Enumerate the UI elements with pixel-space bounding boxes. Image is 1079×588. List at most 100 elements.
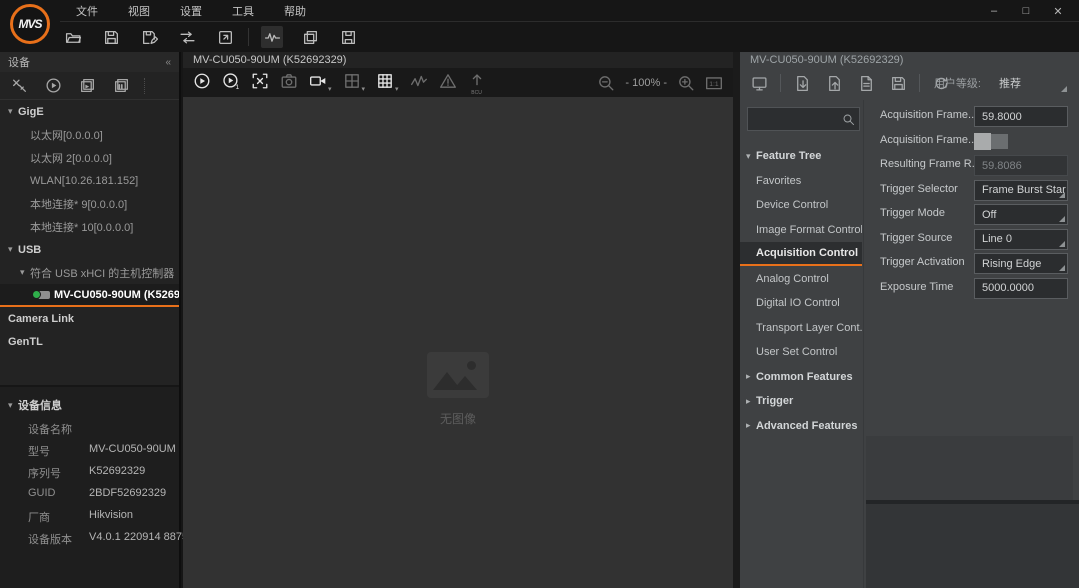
toolbar-separator [919,74,920,92]
layout-button[interactable] [299,26,321,48]
chevron-down-icon[interactable]: ▾ [8,106,18,117]
toolbar-separator [248,28,249,46]
chevron-right-icon[interactable]: ▸ [746,420,756,431]
property-row: Trigger ActivationRising Edge [740,253,1079,275]
property-input[interactable]: 5000.0000 [974,278,1068,299]
chevron-right-icon[interactable]: ▸ [746,371,756,382]
feature-tree-item[interactable]: ▸Advanced Features [740,414,862,438]
maximize-button[interactable]: □ [1013,2,1039,20]
fit-window-button[interactable] [251,72,269,93]
device-tree-item[interactable]: ▾GigE [0,100,179,123]
property-control: 59.8086 [974,155,1068,176]
property-row: Acquisition Frame...59.8000 [740,106,1079,128]
property-label: Trigger Selector [880,183,958,195]
panel-splitter[interactable] [733,52,740,588]
import-export-button[interactable] [176,26,198,48]
menu-item-1[interactable]: 视图 [120,1,158,21]
minimize-button[interactable]: – [981,2,1007,20]
device-tree-label: 以太网 2[0.0.0.0] [30,150,112,166]
zoom-out-button[interactable] [597,74,615,92]
capture-button[interactable] [280,72,298,93]
upload-bcu-button[interactable]: BCU [468,70,486,96]
actual-size-button[interactable]: 1:1 [705,74,723,92]
record-button[interactable]: ▾ [309,72,332,93]
close-button[interactable]: ✕ [1045,2,1071,20]
property-control: Off [974,204,1068,225]
batch-stop-button[interactable] [110,75,132,97]
new-window-button[interactable] [214,26,236,48]
save-image-button[interactable] [100,26,122,48]
chevron-down-icon: ▾ [362,85,366,93]
window-controls: –□ ✕ [981,2,1071,20]
chevron-right-icon[interactable]: ▸ [746,396,756,407]
toolbar-separator [144,78,145,94]
preview-panel: MV-CU050-90UM (K52692329) 1▾▾▾BCU - 100%… [183,52,733,588]
feature-tree-item[interactable]: User Set Control [740,340,862,364]
attribute-monitor-button[interactable] [748,72,770,94]
feature-panel-title: MV-CU050-90UM (K52692329) [750,52,903,68]
zoom-in-button[interactable] [677,74,695,92]
feature-tree-item[interactable]: Transport Layer Cont... [740,316,862,340]
dropdown-corner-icon [1061,86,1067,92]
preview-tab[interactable]: MV-CU050-90UM (K52692329) [183,52,733,68]
frame-grabber-button[interactable] [261,26,283,48]
device-tree-label: 本地连接* 10[0.0.0.0] [30,219,133,235]
device-tree-item[interactable]: 以太网 2[0.0.0.0] [0,146,179,169]
info-value: 2BDF52692329 [89,487,166,499]
mvs-window: MVS 文件视图设置工具帮助 –□✕ 设备 « ▾GigE以太网[0.0.0.0… [0,0,1079,588]
save-features-button[interactable] [887,72,909,94]
device-tree-item-selected[interactable]: MV-CU050-90UM (K5269... [0,284,179,307]
device-info-header[interactable]: ▾ 设备信息 [8,397,62,413]
chevron-down-icon[interactable]: ▾ [20,267,30,278]
device-tree-item[interactable]: GenTL [0,330,179,353]
feature-tree-item[interactable]: ▸Common Features [740,365,862,389]
start-acquisition-button[interactable] [193,72,211,93]
open-image-button[interactable] [62,26,84,48]
device-tree-item[interactable]: ▾USB [0,238,179,261]
property-input[interactable]: 59.8000 [974,106,1068,127]
menu-item-2[interactable]: 设置 [172,1,210,21]
import-features-button[interactable] [791,72,813,94]
device-tree-item[interactable]: 以太网[0.0.0.0] [0,123,179,146]
property-row: Acquisition Frame... [740,131,1079,153]
feature-tree-item[interactable]: ▸Trigger [740,389,862,413]
save-as-button[interactable] [138,26,160,48]
device-config-button[interactable] [337,26,359,48]
chevron-down-icon: ▾ [328,85,332,93]
property-control: 5000.0000 [974,278,1068,299]
device-tree-item[interactable]: ▾符合 USB xHCI 的主机控制器 [0,261,179,284]
disconnect-all-button[interactable] [8,75,30,97]
main-toolbar [62,24,359,50]
property-dropdown[interactable]: Off [974,204,1068,225]
property-toggle[interactable] [974,133,1012,150]
exception-alert-button[interactable] [439,72,457,93]
device-info-panel: ▾ 设备信息 设备名称型号MV-CU050-90UM序列号K52692329GU… [0,387,179,588]
menu-item-0[interactable]: 文件 [68,1,106,21]
single-frame-button[interactable]: 1 [222,72,240,93]
export-features-button[interactable] [823,72,845,94]
device-tree-item[interactable]: Camera Link [0,307,179,330]
property-control: Rising Edge [974,253,1068,274]
menu-item-4[interactable]: 帮助 [276,1,314,21]
split-view-button[interactable]: ▾ [343,72,366,93]
histogram-button[interactable] [410,72,428,93]
device-tree-item[interactable]: 本地连接* 9[0.0.0.0] [0,192,179,215]
grid-button[interactable]: ▾ [376,72,399,93]
chevron-down-icon[interactable]: ▾ [8,244,18,255]
dropdown-corner-icon [1059,192,1065,198]
device-tree-item[interactable]: 本地连接* 10[0.0.0.0] [0,215,179,238]
property-dropdown[interactable]: Frame Burst Star [974,180,1068,201]
feature-tree-label: Advanced Features [756,420,857,432]
device-tree-item[interactable]: WLAN[10.26.181.152] [0,169,179,192]
start-all-acquisition-button[interactable] [42,75,64,97]
menu-item-3[interactable]: 工具 [224,1,262,21]
titlebar: MVS 文件视图设置工具帮助 –□✕ [0,0,1079,52]
property-dropdown[interactable]: Line 0 [974,229,1068,250]
collapse-panel-icon[interactable]: « [165,57,171,68]
feature-document-button[interactable] [855,72,877,94]
batch-start-button[interactable] [76,75,98,97]
user-level-dropdown[interactable]: 推荐 [991,72,1069,94]
property-label: Trigger Source [880,232,952,244]
device-info-row: GUID2BDF52692329 [0,483,179,505]
property-dropdown[interactable]: Rising Edge [974,253,1068,274]
